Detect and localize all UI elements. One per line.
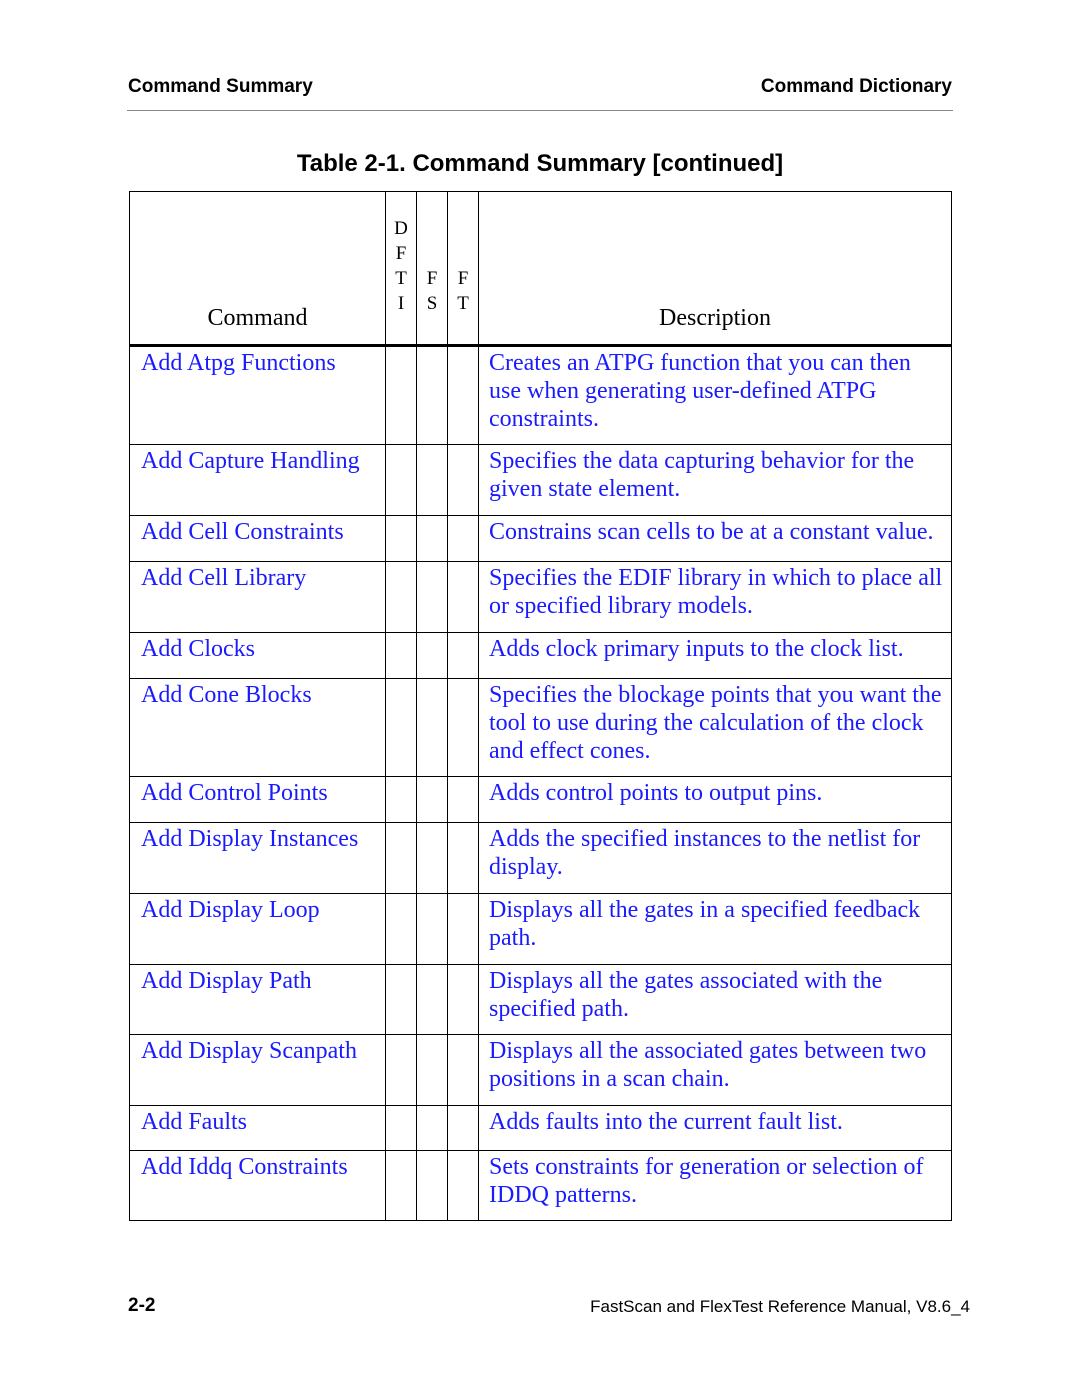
command-summary-table: Command D F T I F S F T Description Add … xyxy=(129,191,952,1221)
table-row: Add Cone Blocks Specifies the blockage po… xyxy=(129,678,952,777)
fs-cell xyxy=(416,964,448,1035)
command-link[interactable]: Add Display Loop xyxy=(129,893,386,965)
ft-cell xyxy=(447,515,479,562)
command-link[interactable]: Add Clocks xyxy=(129,632,386,679)
table-row: Add Iddq Constraints Sets constraints for… xyxy=(129,1150,952,1221)
column-header-dfti-letter: F xyxy=(395,243,407,264)
running-header-section: Command Summary xyxy=(128,76,313,97)
description-link[interactable]: Creates an ATPG function that you can th… xyxy=(478,345,952,445)
dfti-cell xyxy=(385,1034,417,1106)
column-header-dfti-letter: T xyxy=(395,268,407,289)
ft-cell xyxy=(447,678,479,777)
description-link[interactable]: Adds clock primary inputs to the clock l… xyxy=(478,632,952,679)
column-header-ft-letter: T xyxy=(457,293,469,314)
manual-title: FastScan and FlexTest Reference Manual, … xyxy=(590,1297,970,1316)
column-header-dfti-letter: D xyxy=(394,218,408,239)
table-row: Add Clocks Adds clock primary inputs to t… xyxy=(129,632,952,679)
ft-cell xyxy=(447,444,479,516)
column-header-fs-letter: F xyxy=(426,268,438,289)
table-row: Add Cell Library Specifies the EDIF libra… xyxy=(129,561,952,633)
description-link[interactable]: Adds control points to output pins. xyxy=(478,776,952,823)
column-header-ft-letter: F xyxy=(457,268,469,289)
ft-cell xyxy=(447,1034,479,1106)
table-row: Add Control Points Adds control points to… xyxy=(129,776,952,823)
fs-cell xyxy=(416,1150,448,1221)
table-header-row: Command D F T I F S F T Description xyxy=(129,191,952,347)
description-link[interactable]: Specifies the blockage points that you w… xyxy=(478,678,952,777)
description-link[interactable]: Displays all the associated gates betwee… xyxy=(478,1034,952,1106)
description-link[interactable]: Displays all the gates in a specified fe… xyxy=(478,893,952,965)
dfti-cell xyxy=(385,1150,417,1221)
fs-cell xyxy=(416,1034,448,1106)
table-title: Table 2-1. Command Summary [continued] xyxy=(296,150,784,177)
page-number: 2-2 xyxy=(128,1295,156,1316)
command-link[interactable]: Add Control Points xyxy=(129,776,386,823)
command-link[interactable]: Add Cell Library xyxy=(129,561,386,633)
command-link[interactable]: Add Display Scanpath xyxy=(129,1034,386,1106)
table-row: Add Display Instances Adds the specified … xyxy=(129,822,952,894)
command-link[interactable]: Add Cell Constraints xyxy=(129,515,386,562)
fs-cell xyxy=(416,632,448,679)
description-link[interactable]: Specifies the data capturing behavior fo… xyxy=(478,444,952,516)
description-link[interactable]: Adds faults into the current fault list. xyxy=(478,1105,952,1151)
running-header-chapter: Command Dictionary xyxy=(760,76,952,97)
command-link[interactable]: Add Faults xyxy=(129,1105,386,1151)
fs-cell xyxy=(416,515,448,562)
fs-cell xyxy=(416,776,448,823)
fs-cell xyxy=(416,1105,448,1151)
column-header-fs: F S xyxy=(416,191,448,347)
dfti-cell xyxy=(385,893,417,965)
fs-cell xyxy=(416,822,448,894)
column-header-ft: F T xyxy=(447,191,479,347)
header-divider xyxy=(127,110,953,111)
fs-cell xyxy=(416,345,448,445)
fs-cell xyxy=(416,561,448,633)
dfti-cell xyxy=(385,444,417,516)
description-link[interactable]: Sets constraints for generation or selec… xyxy=(478,1150,952,1221)
ft-cell xyxy=(447,1105,479,1151)
dfti-cell xyxy=(385,678,417,777)
table-row: Add Faults Adds faults into the current f… xyxy=(129,1105,952,1151)
dfti-cell xyxy=(385,776,417,823)
description-link[interactable]: Adds the specified instances to the netl… xyxy=(478,822,952,894)
dfti-cell xyxy=(385,964,417,1035)
fs-cell xyxy=(416,678,448,777)
dfti-cell xyxy=(385,1105,417,1151)
command-link[interactable]: Add Iddq Constraints xyxy=(129,1150,386,1221)
command-link[interactable]: Add Capture Handling xyxy=(129,444,386,516)
ft-cell xyxy=(447,964,479,1035)
column-header-dfti-letter: I xyxy=(397,293,405,314)
dfti-cell xyxy=(385,345,417,445)
fs-cell xyxy=(416,444,448,516)
description-link[interactable]: Specifies the EDIF library in which to p… xyxy=(478,561,952,633)
dfti-cell xyxy=(385,822,417,894)
description-link[interactable]: Displays all the gates associated with t… xyxy=(478,964,952,1035)
command-link[interactable]: Add Atpg Functions xyxy=(129,345,386,445)
table-row: Add Display Path Displays all the gates a… xyxy=(129,964,952,1035)
table-row: Add Capture Handling Specifies the data c… xyxy=(129,444,952,516)
column-header-command: Command xyxy=(129,191,386,347)
dfti-cell xyxy=(385,515,417,562)
column-header-description: Description xyxy=(478,191,952,347)
ft-cell xyxy=(447,632,479,679)
command-link[interactable]: Add Display Instances xyxy=(129,822,386,894)
ft-cell xyxy=(447,822,479,894)
description-link[interactable]: Constrains scan cells to be at a constan… xyxy=(478,515,952,562)
ft-cell xyxy=(447,893,479,965)
column-header-dfti: D F T I xyxy=(385,191,417,347)
ft-cell xyxy=(447,345,479,445)
dfti-cell xyxy=(385,632,417,679)
table-row: Add Display Loop Displays all the gates i… xyxy=(129,893,952,965)
ft-cell xyxy=(447,561,479,633)
table-row: Add Atpg Functions Creates an ATPG functi… xyxy=(129,345,952,445)
ft-cell xyxy=(447,1150,479,1221)
table-row: Add Display Scanpath Displays all the ass… xyxy=(129,1034,952,1106)
table-row: Add Cell Constraints Constrains scan cell… xyxy=(129,515,952,562)
ft-cell xyxy=(447,776,479,823)
dfti-cell xyxy=(385,561,417,633)
fs-cell xyxy=(416,893,448,965)
command-link[interactable]: Add Display Path xyxy=(129,964,386,1035)
command-link[interactable]: Add Cone Blocks xyxy=(129,678,386,777)
column-header-fs-letter: S xyxy=(426,293,438,314)
